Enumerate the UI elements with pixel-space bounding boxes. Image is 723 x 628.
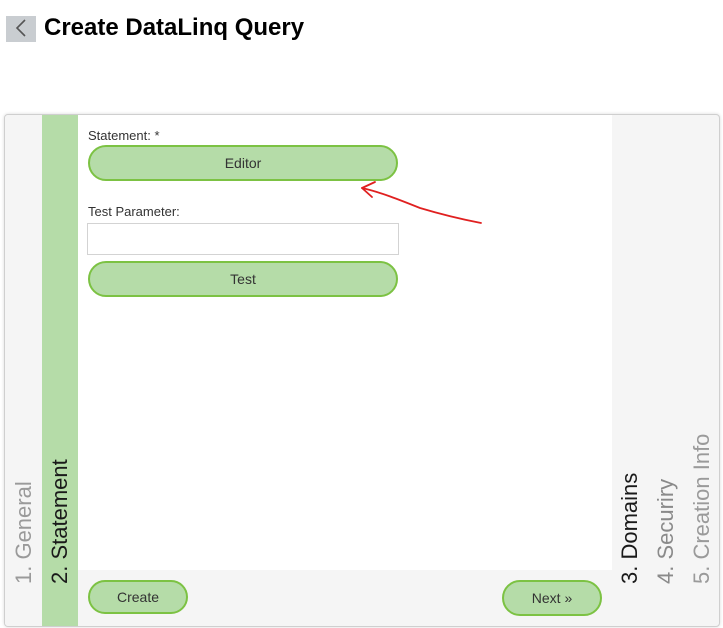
create-button[interactable]: Create [88,580,188,614]
statement-label: Statement: * [88,128,160,143]
test-button[interactable]: Test [88,261,398,297]
step-tab-security[interactable]: 4. Securiry [648,115,684,626]
step-tab-domains[interactable]: 3. Domains [612,115,648,626]
step-tab-general[interactable]: 1. General [5,115,42,626]
editor-button[interactable]: Editor [88,145,398,181]
page-title: Create DataLinq Query [44,14,305,41]
step-tab-creation-info-label: 5. Creation Info [689,433,714,584]
test-parameter-input[interactable] [87,223,399,255]
step-tab-general-label: 1. General [10,481,36,584]
wizard-panel: 1. General 2. Statement Statement: * Edi… [4,114,720,627]
test-parameter-label: Test Parameter: [88,204,180,219]
back-button[interactable] [6,16,36,42]
step-tab-creation-info[interactable]: 5. Creation Info [684,115,719,626]
step-tab-statement-label: 2. Statement [47,459,72,584]
statement-form: Statement: * Editor Test Parameter: Test [78,115,612,570]
title-bar: Create DataLinq Query [0,0,723,60]
step-tab-domains-label: 3. Domains [617,472,642,584]
wizard-footer: Create Next » [78,570,612,626]
next-button[interactable]: Next » [502,580,602,616]
step-tab-security-label: 4. Securiry [653,478,678,584]
chevron-left-icon [14,18,28,41]
step-tab-statement[interactable]: 2. Statement [42,115,78,626]
